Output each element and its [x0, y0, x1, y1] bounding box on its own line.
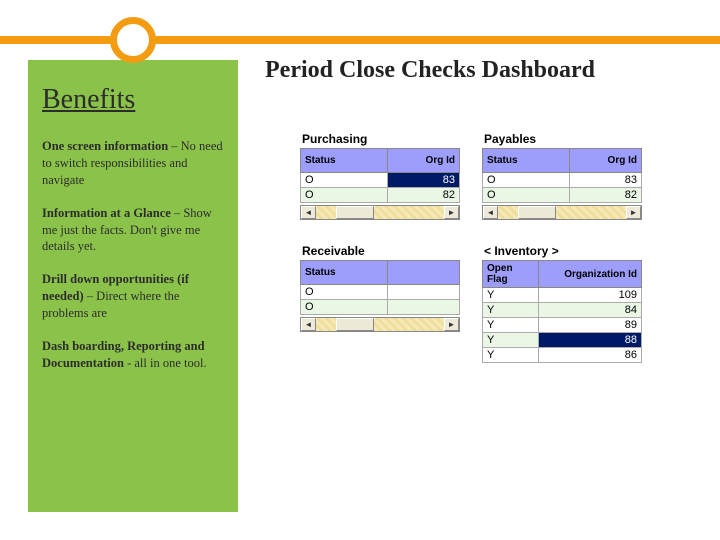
scroll-left-icon[interactable]: ◄ [301, 206, 316, 219]
col-org [388, 261, 460, 285]
scroll-thumb[interactable] [336, 206, 374, 219]
col-organization-id: Organization Id [538, 261, 641, 288]
benefits-sidebar: Benefits One screen information – No nee… [28, 60, 238, 512]
table-row: O82 [301, 188, 460, 203]
scroll-right-icon[interactable]: ► [444, 206, 459, 219]
col-status: Status [301, 261, 388, 285]
table-row: O [301, 300, 460, 315]
benefit-item: Dash boarding, Reporting and Documentati… [42, 338, 224, 372]
scroll-thumb[interactable] [518, 206, 556, 219]
table-row: O82 [483, 188, 642, 203]
table-row: Y86 [483, 348, 642, 363]
panel-title: < Inventory > [482, 244, 642, 258]
scroll-right-icon[interactable]: ► [626, 206, 641, 219]
table-row: Y109 [483, 288, 642, 303]
panel-title: Payables [482, 132, 642, 146]
table-row: Y84 [483, 303, 642, 318]
panel-title: Receivable [300, 244, 460, 258]
scroll-track[interactable] [316, 206, 444, 219]
horizontal-scrollbar[interactable]: ◄ ► [482, 205, 642, 220]
table-row: O [301, 285, 460, 300]
col-status: Status [483, 149, 570, 173]
scroll-thumb[interactable] [336, 318, 374, 331]
horizontal-scrollbar[interactable]: ◄ ► [300, 205, 460, 220]
panel-payables: Payables Status Org Id O83 O82 ◄ ► [482, 132, 642, 220]
table-row: O83 [483, 173, 642, 188]
table-row: Y88 [483, 333, 642, 348]
benefit-item: Information at a Glance – Show me just t… [42, 205, 224, 256]
ring-icon [110, 17, 156, 63]
panel-title: Purchasing [300, 132, 460, 146]
accent-rule [0, 36, 720, 44]
col-org: Org Id [570, 149, 642, 173]
benefit-item: Drill down opportunities (if needed) – D… [42, 271, 224, 322]
col-org: Org Id [388, 149, 460, 173]
scroll-track[interactable] [316, 318, 444, 331]
page-title: Period Close Checks Dashboard [265, 57, 595, 84]
scroll-left-icon[interactable]: ◄ [301, 318, 316, 331]
col-open-flag: Open Flag [483, 261, 539, 288]
panel-receivable: Receivable Status O O ◄ ► [300, 244, 460, 363]
benefit-item: One screen information – No need to swit… [42, 138, 224, 189]
sidebar-heading: Benefits [42, 84, 224, 116]
col-status: Status [301, 149, 388, 173]
scroll-left-icon[interactable]: ◄ [483, 206, 498, 219]
payables-table: Status Org Id O83 O82 [482, 148, 642, 203]
panel-inventory: < Inventory > Open Flag Organization Id … [482, 244, 642, 363]
table-row: O83 [301, 173, 460, 188]
table-row: Y89 [483, 318, 642, 333]
receivable-table: Status O O [300, 260, 460, 315]
scroll-track[interactable] [498, 206, 626, 219]
scroll-right-icon[interactable]: ► [444, 318, 459, 331]
horizontal-scrollbar[interactable]: ◄ ► [300, 317, 460, 332]
purchasing-table: Status Org Id O83 O82 [300, 148, 460, 203]
dashboard-panels: Purchasing Status Org Id O83 O82 ◄ ► Pay… [300, 132, 700, 363]
panel-purchasing: Purchasing Status Org Id O83 O82 ◄ ► [300, 132, 460, 220]
inventory-table: Open Flag Organization Id Y109 Y84 Y89 Y… [482, 260, 642, 363]
